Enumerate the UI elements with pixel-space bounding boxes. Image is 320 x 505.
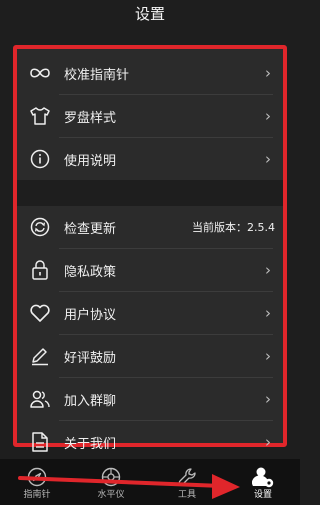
rate-us-item[interactable]: 好评鼓励 › bbox=[17, 335, 283, 377]
info-icon bbox=[28, 147, 52, 171]
calibrate-compass-label: 校准指南针 bbox=[64, 67, 130, 83]
tab-compass-label: 指南针 bbox=[23, 490, 51, 500]
join-group-item[interactable]: 加入群聊 › bbox=[17, 378, 283, 420]
level-icon bbox=[99, 465, 123, 489]
instructions-item[interactable]: 使用说明 › bbox=[17, 138, 283, 180]
compass-style-item[interactable]: 罗盘样式 › bbox=[17, 95, 283, 137]
tab-tools[interactable]: 工具 bbox=[157, 459, 217, 505]
tab-compass[interactable]: 指南针 bbox=[7, 459, 67, 505]
tab-settings-label: 设置 bbox=[253, 490, 272, 500]
chevron-right-icon: › bbox=[265, 64, 271, 82]
tab-level[interactable]: 水平仪 bbox=[81, 459, 141, 505]
user-agreement-item[interactable]: 用户协议 › bbox=[17, 292, 283, 334]
instructions-label: 使用说明 bbox=[64, 153, 117, 169]
infinity-icon bbox=[28, 61, 52, 85]
heart-icon bbox=[28, 301, 52, 325]
shirt-icon bbox=[28, 104, 52, 128]
version-text: 当前版本：2.5.4 bbox=[192, 221, 275, 234]
check-update-label: 检查更新 bbox=[64, 221, 117, 237]
page-title: 设置 bbox=[134, 5, 165, 23]
tab-tools-label: 工具 bbox=[177, 490, 196, 500]
compass-icon bbox=[25, 465, 49, 489]
join-group-label: 加入群聊 bbox=[64, 393, 117, 409]
lock-icon bbox=[28, 258, 52, 282]
users-icon bbox=[28, 387, 52, 411]
document-icon bbox=[28, 430, 52, 454]
chevron-right-icon: › bbox=[265, 433, 271, 451]
privacy-policy-label: 隐私政策 bbox=[64, 264, 117, 280]
bottom-tab-bar: 指南针 水平仪 工具 设置 bbox=[0, 459, 300, 505]
compass-style-label: 罗盘样式 bbox=[64, 110, 117, 126]
chevron-right-icon: › bbox=[265, 150, 271, 168]
calibrate-compass-item[interactable]: 校准指南针 › bbox=[17, 52, 283, 94]
tab-settings[interactable]: 设置 bbox=[233, 459, 293, 505]
section-gap bbox=[17, 180, 283, 206]
chevron-right-icon: › bbox=[265, 390, 271, 408]
about-us-item[interactable]: 关于我们 › bbox=[17, 421, 283, 463]
settings-panel: 校准指南针 › 罗盘样式 › 使用说明 › 检查更新 当前版本：2.5.4 隐私… bbox=[13, 45, 287, 452]
chevron-right-icon: › bbox=[265, 261, 271, 279]
rate-us-label: 好评鼓励 bbox=[64, 350, 117, 366]
chevron-right-icon: › bbox=[265, 304, 271, 322]
privacy-policy-item[interactable]: 隐私政策 › bbox=[17, 249, 283, 291]
chevron-right-icon: › bbox=[265, 107, 271, 125]
chevron-right-icon: › bbox=[265, 347, 271, 365]
tab-level-label: 水平仪 bbox=[97, 490, 125, 500]
wrench-icon bbox=[175, 465, 199, 489]
check-update-item[interactable]: 检查更新 当前版本：2.5.4 bbox=[17, 206, 283, 248]
settings-user-icon bbox=[251, 465, 275, 489]
refresh-icon bbox=[28, 215, 52, 239]
about-us-label: 关于我们 bbox=[64, 436, 117, 452]
pencil-icon bbox=[28, 344, 52, 368]
user-agreement-label: 用户协议 bbox=[64, 307, 117, 323]
